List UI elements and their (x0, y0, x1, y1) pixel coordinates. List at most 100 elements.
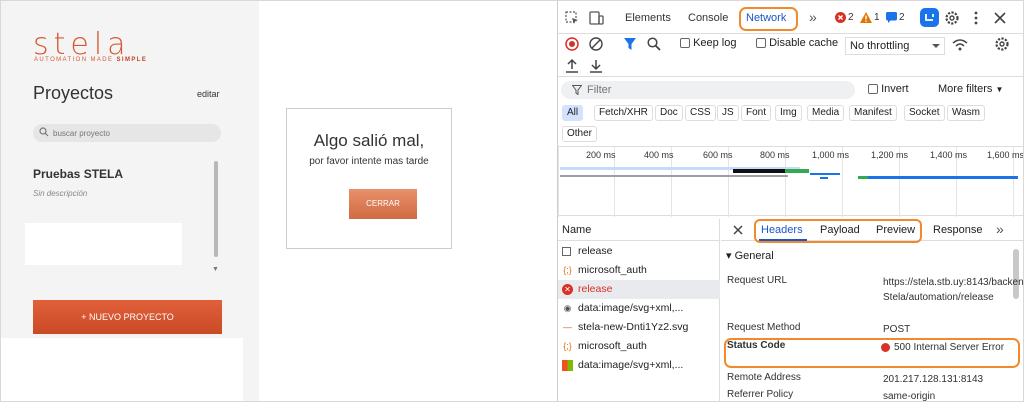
timeline-bar (810, 173, 840, 175)
type-all[interactable]: All (562, 105, 584, 121)
tagline-bold: SIMPLE (116, 57, 148, 63)
extension-icon[interactable] (920, 8, 939, 27)
chevron-down-icon (932, 44, 940, 48)
type-img[interactable]: Img (775, 105, 802, 121)
more-tabs-icon[interactable]: » (996, 221, 1004, 237)
header-value: https://stela.stb.uy:8143/backend-Stela/… (883, 277, 1024, 303)
timeline-bar (560, 175, 788, 177)
type-fetch-xhr[interactable]: Fetch/XHR (594, 105, 653, 121)
invert-checkbox[interactable] (868, 84, 878, 95)
header-key: Request URL (727, 275, 788, 286)
close-button[interactable]: CERRAR (349, 189, 417, 219)
error-count[interactable]: 2 (848, 12, 854, 23)
download-icon[interactable] (588, 58, 604, 74)
device-icon[interactable] (588, 10, 604, 26)
project-name[interactable]: Pruebas STELA (33, 167, 123, 181)
disable-cache-option[interactable]: Disable cache (756, 37, 838, 49)
new-project-button[interactable]: + NUEVO PROYECTO (33, 300, 222, 334)
inspect-icon[interactable] (564, 10, 580, 26)
tick-800: 800 ms (760, 150, 790, 160)
upload-icon[interactable] (564, 58, 580, 74)
filter-box (561, 81, 855, 99)
devtools-tabbar: Elements Console Network » 2 1 2 (558, 1, 1023, 34)
throttling-select[interactable]: No throttling (845, 37, 945, 55)
type-js[interactable]: JS (717, 105, 739, 121)
settings-icon[interactable] (944, 10, 960, 26)
more-filters-dropdown[interactable]: More filters ▼ (938, 83, 1003, 95)
search-input[interactable] (53, 124, 213, 142)
windows-icon (562, 360, 573, 371)
tagline-text: AUTOMATION MADE (34, 57, 114, 63)
tick-1400: 1,400 ms (930, 150, 968, 160)
request-name: data:image/svg+xml,... (578, 302, 684, 314)
edit-link[interactable]: editar (197, 89, 220, 99)
request-name: release (578, 245, 613, 257)
type-manifest[interactable]: Manifest (849, 105, 897, 121)
wifi-settings-icon[interactable] (952, 37, 968, 53)
list-item[interactable]: data:image/svg+xml,... (558, 356, 720, 375)
general-section-header[interactable]: ▾ General (726, 249, 774, 262)
invert-label: Invert (881, 83, 909, 95)
error-count-icon (835, 12, 846, 23)
more-tabs-icon[interactable]: » (809, 9, 817, 25)
list-item[interactable]: {;} microsoft_auth (558, 337, 720, 356)
headers-tabs-highlight (754, 219, 922, 243)
record-icon[interactable] (564, 36, 580, 52)
script-icon: {;} (563, 265, 572, 275)
timeline-bar (820, 177, 828, 179)
type-wasm[interactable]: Wasm (947, 105, 985, 121)
search-icon[interactable] (646, 36, 662, 52)
more-filters-label: More filters (938, 83, 993, 95)
sidebar-footer (1, 338, 243, 401)
request-name: microsoft_auth (578, 264, 647, 276)
tick-1000: 1,000 ms (812, 150, 850, 160)
project-card-empty (25, 223, 182, 265)
type-css[interactable]: CSS (685, 105, 716, 121)
sidebar-scrollbar[interactable] (214, 161, 218, 257)
close-icon[interactable] (733, 225, 743, 235)
projects-title: Proyectos (33, 83, 114, 103)
chevron-down-icon: ▼ (995, 85, 1004, 94)
list-item[interactable]: ✕ release (558, 280, 720, 299)
list-item[interactable]: ◉ data:image/svg+xml,... (558, 299, 720, 318)
list-item[interactable]: release (558, 242, 720, 261)
filter-funnel-icon (572, 85, 582, 95)
name-column-header[interactable]: Name (558, 219, 720, 241)
request-name: stela-new-Dnti1Yz2.svg (578, 321, 689, 333)
header-value: same-origin (883, 391, 936, 402)
close-icon[interactable] (992, 10, 1008, 26)
dash-icon: — (563, 322, 572, 332)
logo-tagline: AUTOMATION MADE SIMPLE (34, 57, 147, 63)
request-name: data:image/svg+xml,... (578, 359, 684, 371)
doc-icon (562, 247, 571, 256)
type-socket[interactable]: Socket (904, 105, 945, 121)
devtools-panel: Elements Console Network » 2 1 2 Keep lo… (557, 1, 1024, 402)
clear-icon[interactable] (588, 36, 604, 52)
list-item[interactable]: — stela-new-Dnti1Yz2.svg (558, 318, 720, 337)
filter-funnel-icon[interactable] (622, 36, 638, 52)
kebab-menu-icon[interactable] (968, 10, 984, 26)
timeline-bar (858, 176, 868, 179)
tab-elements[interactable]: Elements (625, 12, 671, 24)
header-key: Referrer Policy (727, 389, 794, 400)
disable-cache-checkbox[interactable] (756, 38, 766, 49)
network-settings-icon[interactable] (994, 36, 1010, 52)
list-item[interactable]: {;} microsoft_auth (558, 261, 720, 280)
keep-log-option[interactable]: Keep log (680, 37, 737, 49)
type-doc[interactable]: Doc (655, 105, 683, 121)
warning-count[interactable]: 1 (874, 12, 880, 23)
network-timeline[interactable]: 200 ms 400 ms 600 ms 800 ms 1,000 ms 1,2… (558, 146, 1023, 217)
invert-option[interactable]: Invert (868, 83, 909, 95)
tab-response[interactable]: Response (933, 224, 983, 236)
scroll-down-icon[interactable]: ▼ (212, 266, 219, 273)
type-font[interactable]: Font (741, 105, 772, 121)
filter-input[interactable] (587, 81, 847, 99)
header-value: POST (883, 324, 911, 335)
type-media[interactable]: Media (807, 105, 845, 121)
message-count[interactable]: 2 (899, 12, 905, 23)
tab-console[interactable]: Console (688, 12, 728, 24)
app-sidebar: stela AUTOMATION MADE SIMPLE Proyectos e… (1, 1, 259, 401)
type-other[interactable]: Other (562, 126, 598, 142)
keep-log-checkbox[interactable] (680, 38, 690, 49)
header-key: Status Code (727, 340, 786, 351)
